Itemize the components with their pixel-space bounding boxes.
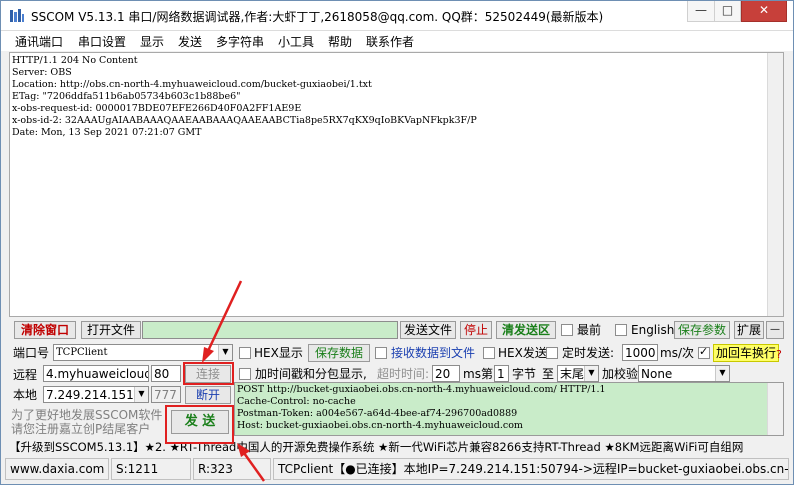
send-line: Host: bucket-guxiaobei.obs.cn-north-4.my… — [237, 420, 523, 431]
interval-unit: ms/次 — [660, 346, 694, 360]
local-ip-value: 7.249.214.151 — [46, 388, 134, 402]
chevron-down-icon: ▼ — [715, 366, 729, 381]
checksum-label: 加校验 — [602, 367, 639, 381]
menu-help[interactable]: 帮助 — [328, 33, 352, 50]
save-params-button[interactable]: 保存参数 — [674, 321, 730, 339]
local-port-input[interactable]: 777 — [151, 386, 181, 403]
help-question[interactable]: ? — [776, 347, 782, 363]
remote-label: 远程 — [13, 368, 38, 382]
remote-port-input[interactable]: 80 — [151, 365, 181, 382]
send-line: Cache-Control: no-cache — [237, 396, 356, 407]
send-button[interactable]: 发 送 — [171, 410, 229, 434]
local-ip-select[interactable]: 7.249.214.151 ▼ — [43, 386, 149, 403]
disconnect-button[interactable]: 断开 — [185, 386, 231, 404]
to-select[interactable]: 末尾 ▼ — [557, 365, 599, 382]
connect-button[interactable]: 连接 — [185, 365, 231, 383]
status-sent-count: S:1211 — [111, 458, 191, 480]
chevron-down-icon: ▼ — [584, 366, 598, 381]
nth-input[interactable]: 1 — [494, 365, 509, 382]
english-label: English — [631, 323, 675, 337]
remote-host-input[interactable]: 4.myhuaweicloud.com — [43, 365, 149, 382]
menu-tools[interactable]: 小工具 — [278, 33, 314, 50]
save-data-button[interactable]: 保存数据 — [308, 344, 370, 362]
file-path-field[interactable] — [142, 321, 398, 339]
receive-line: x-obs-id-2: 32AAAUgAIAABAAAQAAEAABAAAQAA… — [12, 115, 477, 126]
menu-multi-string[interactable]: 多字符串 — [216, 33, 264, 50]
receive-line: Location: http://obs.cn-north-4.myhuawei… — [12, 79, 372, 90]
frontmost-checkbox[interactable] — [561, 324, 573, 336]
interval-input[interactable]: 1000 — [622, 344, 658, 361]
timeout-input[interactable]: 20 — [432, 365, 460, 382]
app-icon — [10, 9, 24, 22]
timed-send-checkbox[interactable] — [546, 347, 558, 359]
menu-send[interactable]: 发送 — [178, 33, 202, 50]
send-area[interactable]: POST http://bucket-guxiaobei.obs.cn-nort… — [234, 382, 784, 436]
timed-send-label: 定时发送: — [562, 346, 615, 360]
timestamp-checkbox[interactable] — [239, 368, 251, 380]
nth-label: 第 — [481, 367, 494, 381]
hex-display-checkbox[interactable] — [239, 347, 251, 359]
recv-to-file-label[interactable]: 接收数据到文件 — [391, 345, 475, 361]
byte-label: 字节 — [512, 367, 537, 381]
recv-to-file-checkbox[interactable] — [375, 347, 387, 359]
open-file-button[interactable]: 打开文件 — [81, 321, 141, 339]
to-label: 至 — [542, 367, 555, 381]
menu-comm-port[interactable]: 通讯端口 — [15, 33, 63, 50]
receive-area[interactable]: HTTP/1.1 204 No Content Server: OBS Loca… — [9, 52, 784, 317]
status-connection: TCPclient【●已连接】本地IP=7.249.214.151:50794-… — [273, 458, 789, 480]
local-label: 本地 — [13, 388, 38, 402]
receive-scrollbar[interactable] — [767, 53, 783, 316]
checksum-value: None — [641, 367, 673, 381]
app-window: SSCOM V5.13.1 串口/网络数据调试器,作者:大虾丁丁,2618058… — [0, 0, 794, 485]
clear-send-area-button[interactable]: 清发送区 — [496, 321, 556, 339]
to-value: 末尾 — [560, 367, 585, 381]
clear-window-button[interactable]: 清除窗口 — [14, 321, 76, 339]
status-site[interactable]: www.daxia.com — [5, 458, 109, 480]
receive-line: Server: OBS — [12, 67, 72, 78]
chevron-down-icon: ▼ — [134, 387, 148, 402]
checksum-select[interactable]: None ▼ — [638, 365, 730, 382]
receive-line: Date: Mon, 13 Sep 2021 07:21:07 GMT — [12, 127, 202, 138]
hex-display-label: HEX显示 — [254, 346, 303, 360]
send-scrollbar[interactable] — [767, 383, 783, 435]
menu-serial-settings[interactable]: 串口设置 — [78, 33, 126, 50]
stop-button[interactable]: 停止 — [460, 321, 492, 339]
add-crlf-label: 加回车换行 — [713, 344, 780, 362]
send-line: POST http://bucket-guxiaobei.obs.cn-nort… — [237, 384, 606, 395]
menu-bar: 通讯端口 串口设置 显示 发送 多字符串 小工具 帮助 联系作者 — [1, 31, 793, 51]
expand-button[interactable]: 扩展 — [734, 321, 764, 339]
window-title: SSCOM V5.13.1 串口/网络数据调试器,作者:大虾丁丁,2618058… — [31, 10, 604, 24]
hex-send-checkbox[interactable] — [483, 347, 495, 359]
english-checkbox[interactable] — [615, 324, 627, 336]
side-promo-line2[interactable]: 请您注册嘉立创P结尾客户 — [11, 421, 150, 437]
status-recv-count: R:323 — [193, 458, 271, 480]
maximize-button[interactable]: □ — [714, 1, 741, 22]
frontmost-label: 最前 — [577, 323, 602, 337]
close-button[interactable]: ✕ — [741, 1, 787, 22]
timestamp-label: 加时间戳和分包显示, — [255, 367, 367, 381]
receive-line: x-obs-request-id: 0000017BDE07EFE266D40F… — [12, 103, 302, 114]
promo-bar[interactable]: 【升级到SSCOM5.13.1】★2. ★RT-Thread中国人的开源免费操作… — [9, 438, 789, 456]
title-bar: SSCOM V5.13.1 串口/网络数据调试器,作者:大虾丁丁,2618058… — [1, 1, 793, 31]
receive-line: ETag: "7206ddfa511b6ab05734b603c1b88be6" — [12, 91, 241, 102]
status-bar: www.daxia.com S:1211 R:323 TCPclient【●已连… — [5, 458, 791, 480]
port-label: 端口号 — [13, 346, 50, 360]
port-value: TCPClient — [56, 347, 108, 358]
add-crlf-checkbox[interactable] — [698, 345, 710, 359]
port-select[interactable]: TCPClient ▼ — [53, 344, 233, 361]
menu-display[interactable]: 显示 — [140, 33, 164, 50]
receive-line: HTTP/1.1 204 No Content — [12, 55, 138, 66]
timeout-label: 超时时间: — [377, 367, 430, 381]
timeout-unit: ms — [463, 367, 481, 381]
collapse-button[interactable]: — — [766, 321, 784, 339]
menu-contact[interactable]: 联系作者 — [366, 33, 414, 50]
chevron-down-icon: ▼ — [218, 345, 232, 360]
hex-send-label: HEX发送 — [498, 346, 547, 360]
send-file-button[interactable]: 发送文件 — [400, 321, 456, 339]
minimize-button[interactable]: — — [687, 1, 715, 22]
send-line: Postman-Token: a004e567-a64d-4bee-af74-2… — [237, 408, 518, 419]
